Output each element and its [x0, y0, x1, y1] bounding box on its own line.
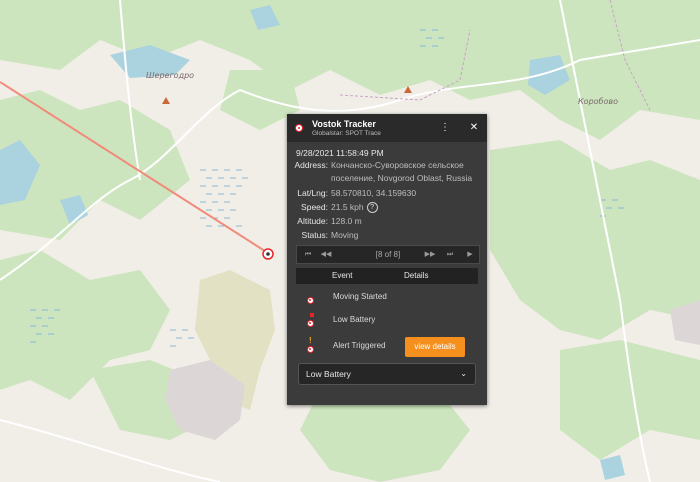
- tracker-marker-icon: [307, 320, 314, 327]
- more-options-icon[interactable]: ⋮: [439, 122, 451, 134]
- speed-value: 21.5 kph: [331, 202, 364, 212]
- chevron-down-icon: ⌄: [460, 369, 467, 378]
- speed-value-wrap: 21.5 kph?: [331, 201, 378, 214]
- event-filter-value: Low Battery: [306, 369, 351, 379]
- help-icon[interactable]: ?: [366, 202, 378, 214]
- play-button[interactable]: ▶: [461, 246, 479, 263]
- tracker-info-panel: Vostok Tracker Globalstar: SPOT Trace ⋮ …: [287, 114, 487, 405]
- tracker-marker-icon: [307, 297, 314, 304]
- tracker-marker[interactable]: [262, 248, 274, 260]
- message-counter: [8 of 8]: [375, 250, 401, 259]
- status-label: Status:: [301, 230, 328, 240]
- close-icon[interactable]: ✕: [468, 122, 480, 134]
- first-message-button[interactable]: ⏮: [299, 246, 317, 263]
- address-label: Address:: [294, 160, 328, 170]
- panel-title: Vostok Tracker: [312, 119, 376, 129]
- message-navigation: ⏮ ◀◀ [8 of 8] ▶▶ ⏭ ▶: [296, 245, 480, 264]
- view-details-button[interactable]: view details: [405, 337, 465, 357]
- panel-header: Vostok Tracker Globalstar: SPOT Trace ⋮ …: [287, 114, 487, 142]
- next-message-button[interactable]: ▶▶: [421, 246, 439, 263]
- address-value-line1: Кончанско-Суворовское сельское: [331, 160, 464, 170]
- status-value: Moving: [331, 230, 359, 240]
- events-table-header: Event Details: [296, 268, 478, 284]
- timestamp: 9/28/2021 11:58:49 PM: [296, 148, 384, 158]
- event-filter-select[interactable]: Low Battery ⌄: [298, 363, 476, 385]
- previous-message-button[interactable]: ◀◀: [317, 246, 335, 263]
- battery-flag-icon: [310, 313, 314, 317]
- panel-subtitle: Globalstar: SPOT Trace: [312, 130, 381, 137]
- event-name: Low Battery: [333, 315, 376, 324]
- place-label: Коробово: [578, 97, 618, 106]
- table-row[interactable]: Low Battery: [296, 310, 478, 333]
- table-row[interactable]: ! Alert Triggered view details: [296, 336, 478, 359]
- event-name: Alert Triggered: [333, 341, 386, 350]
- last-message-button[interactable]: ⏭: [441, 246, 459, 263]
- speed-label: Speed:: [301, 202, 328, 212]
- details-column-header: Details: [404, 271, 429, 280]
- table-row[interactable]: Moving Started: [296, 287, 478, 310]
- event-column-header: Event: [332, 271, 353, 280]
- latlng-value: 58.570810, 34.159630: [331, 188, 417, 198]
- alert-icon: !: [309, 336, 312, 345]
- address-value-line2: поселение, Novgorod Oblast, Russia: [331, 173, 473, 183]
- tracker-marker-icon: [307, 346, 314, 353]
- altitude-label: Altitude:: [297, 216, 328, 226]
- latlng-label: Lat/Lng:: [297, 188, 328, 198]
- event-name: Moving Started: [333, 292, 387, 301]
- altitude-value: 128.0 m: [331, 216, 362, 226]
- place-label: Шерегодро: [146, 71, 195, 80]
- tracker-marker-icon: [295, 124, 303, 132]
